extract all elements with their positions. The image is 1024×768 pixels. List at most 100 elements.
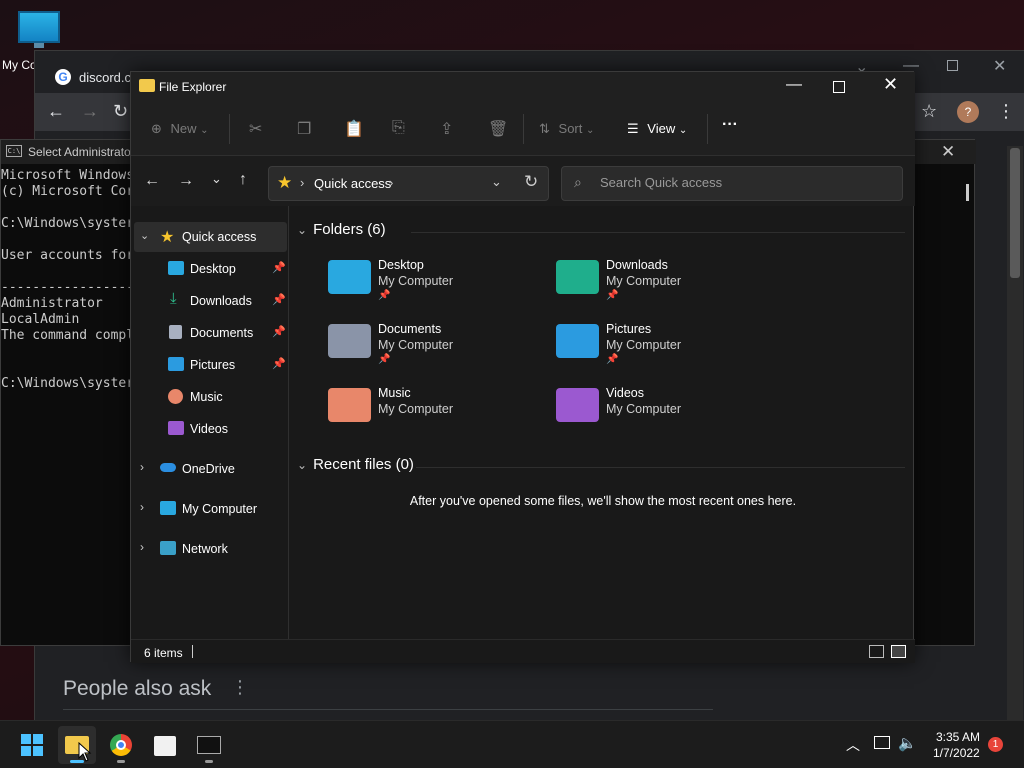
- cmd-icon: C:\: [6, 145, 22, 157]
- more-options-icon[interactable]: ⋮: [231, 677, 249, 698]
- view-list-icon: ☰: [627, 121, 639, 136]
- sidebar-item-quick-access[interactable]: ⌄ ★ Quick access: [134, 222, 287, 252]
- clock-time[interactable]: 3:35 AM: [936, 730, 980, 744]
- star-icon: ★: [160, 229, 175, 246]
- address-location[interactable]: Quick access: [314, 176, 391, 191]
- cmd-output: Microsoft Windows (c) Microsoft Cor C:\W…: [1, 168, 141, 391]
- sidebar-item-videos[interactable]: Videos: [134, 414, 287, 444]
- sidebar-label: Desktop: [190, 262, 236, 276]
- folder-tile-videos[interactable]: Videos My Computer: [556, 386, 756, 446]
- view-button[interactable]: ☰ View ⌄: [627, 121, 687, 137]
- sort-button[interactable]: ⇅ Sort ⌄: [539, 121, 594, 137]
- close-icon[interactable]: ✕: [883, 74, 898, 95]
- pin-icon[interactable]: 📌: [272, 357, 286, 370]
- more-options-icon[interactable]: ···: [722, 116, 738, 134]
- folder-name: Pictures: [606, 322, 652, 336]
- my-computer-desktop-icon[interactable]: [18, 11, 60, 43]
- folder-tile-music[interactable]: Music My Computer: [328, 386, 528, 446]
- folder-tile-downloads[interactable]: Downloads My Computer 📌: [556, 258, 756, 318]
- chrome-scrollbar-thumb[interactable]: [1010, 148, 1020, 278]
- chevron-right-icon[interactable]: ›: [389, 175, 393, 190]
- address-bar[interactable]: ★ › Quick access › ⌄ ↻: [268, 166, 549, 201]
- close-icon[interactable]: ✕: [941, 142, 955, 162]
- taskbar-chrome[interactable]: [102, 726, 140, 764]
- paste-icon[interactable]: 📋: [344, 119, 364, 139]
- search-box[interactable]: ⌕: [561, 166, 903, 201]
- volume-icon[interactable]: 🔈: [898, 734, 917, 752]
- sidebar-item-onedrive[interactable]: › OneDrive: [134, 454, 287, 484]
- recent-locations-icon[interactable]: ⌄: [211, 171, 222, 187]
- pin-icon[interactable]: 📌: [272, 261, 286, 274]
- chevron-right-icon[interactable]: ›: [140, 460, 144, 474]
- search-input[interactable]: [600, 175, 890, 190]
- network-tray-icon[interactable]: [874, 736, 890, 749]
- chrome-menu-icon[interactable]: ⋮: [997, 101, 1015, 122]
- folder-tile-desktop[interactable]: Desktop My Computer 📌: [328, 258, 528, 318]
- clock-date[interactable]: 1/7/2022: [933, 746, 980, 760]
- sidebar-item-network[interactable]: › Network: [134, 534, 287, 564]
- folder-tile-documents[interactable]: Documents My Computer 📌: [328, 322, 528, 382]
- chevron-down-icon[interactable]: ⌄: [140, 229, 149, 242]
- back-icon[interactable]: ←: [144, 172, 160, 190]
- sidebar-item-pictures[interactable]: Pictures 📌: [134, 350, 287, 380]
- chevron-right-icon[interactable]: ›: [140, 540, 144, 554]
- sidebar-item-documents[interactable]: Documents 📌: [134, 318, 287, 348]
- sidebar-item-music[interactable]: Music: [134, 382, 287, 412]
- pin-icon[interactable]: 📌: [272, 293, 286, 306]
- refresh-icon[interactable]: ↻: [524, 172, 538, 192]
- videos-icon: [168, 421, 184, 435]
- documents-icon: [169, 325, 182, 339]
- chevron-down-icon[interactable]: ⌄: [491, 174, 502, 190]
- profile-avatar[interactable]: ?: [957, 101, 979, 123]
- sidebar-item-my-computer[interactable]: › My Computer: [134, 494, 287, 524]
- sidebar-item-desktop[interactable]: Desktop 📌: [134, 254, 287, 284]
- sidebar-item-downloads[interactable]: ⤓ Downloads 📌: [134, 286, 287, 316]
- copy-icon[interactable]: ❐: [297, 119, 311, 139]
- new-button[interactable]: ⊕ New ⌄: [151, 121, 209, 137]
- folder-name: Documents: [378, 322, 442, 336]
- share-icon[interactable]: ⇪: [440, 119, 453, 139]
- downloads-folder-icon: [556, 260, 599, 294]
- show-hidden-icons[interactable]: ︿: [846, 735, 860, 755]
- desktop-icon-label[interactable]: My Co: [2, 58, 37, 72]
- delete-icon[interactable]: 🗑: [488, 119, 508, 139]
- chevron-right-icon[interactable]: ›: [140, 500, 144, 514]
- rename-icon[interactable]: ⎘: [392, 119, 405, 137]
- network-icon: [160, 541, 176, 555]
- onedrive-cloud-icon: [160, 463, 176, 472]
- start-button[interactable]: [13, 726, 51, 764]
- notification-badge[interactable]: 1: [988, 737, 1003, 752]
- windows-logo-square: [33, 746, 43, 756]
- folder-name: Desktop: [378, 258, 424, 272]
- sidebar-label: OneDrive: [182, 462, 235, 476]
- back-icon[interactable]: ←: [47, 101, 65, 122]
- up-icon[interactable]: ↑: [239, 171, 247, 189]
- folder-location: My Computer: [606, 274, 682, 288]
- pictures-icon: [168, 357, 184, 371]
- taskbar-terminal[interactable]: [190, 726, 228, 764]
- explorer-titlebar[interactable]: File Explorer — ✕: [131, 72, 915, 102]
- chevron-down-icon: ⌄: [586, 125, 595, 136]
- taskbar-store[interactable]: [146, 726, 184, 764]
- minimize-icon[interactable]: —: [786, 76, 802, 94]
- music-folder-icon: [328, 388, 371, 422]
- forward-icon[interactable]: →: [81, 101, 99, 122]
- file-explorer-window: File Explorer — ✕ ⊕ New ⌄ ✂ ❐ 📋 ⎘ ⇪ 🗑 ⇅ …: [130, 71, 915, 663]
- maximize-icon[interactable]: [947, 60, 958, 71]
- tiles-view-icon[interactable]: [891, 645, 906, 658]
- cut-icon[interactable]: ✂: [249, 119, 262, 139]
- maximize-icon[interactable]: [833, 81, 845, 93]
- reload-icon[interactable]: ↻: [113, 101, 128, 122]
- folder-tile-pictures[interactable]: Pictures My Computer 📌: [556, 322, 756, 382]
- chevron-down-icon: ⌄: [297, 223, 308, 237]
- folders-section-header[interactable]: ⌄ Folders (6): [297, 221, 386, 238]
- recent-section-header[interactable]: ⌄ Recent files (0): [297, 456, 414, 473]
- bookmark-star-icon[interactable]: ☆: [921, 101, 937, 122]
- sidebar-label: Documents: [190, 326, 254, 340]
- window-title: File Explorer: [159, 80, 227, 94]
- folder-location: My Computer: [606, 338, 682, 352]
- forward-icon[interactable]: →: [178, 172, 194, 190]
- close-icon[interactable]: ✕: [993, 56, 1006, 76]
- details-view-icon[interactable]: [869, 645, 884, 658]
- pin-icon[interactable]: 📌: [272, 325, 286, 338]
